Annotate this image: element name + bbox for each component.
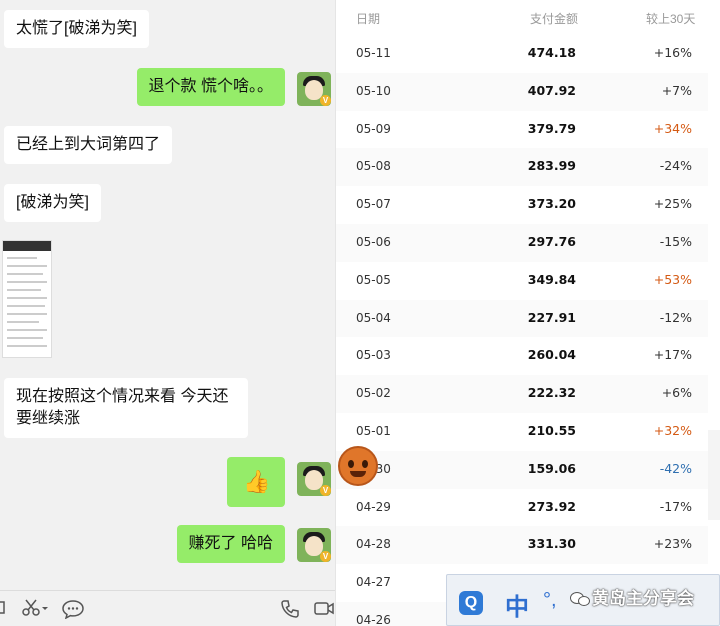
cell-compare: +16% bbox=[653, 45, 692, 60]
cell-date: 05-09 bbox=[356, 121, 391, 136]
thumbs-up-message[interactable]: 👍 bbox=[227, 457, 285, 507]
avatar[interactable]: V bbox=[297, 462, 331, 496]
cell-amount: 210.55 bbox=[527, 423, 576, 438]
table-row[interactable]: 05-01 210.55 +32% bbox=[336, 413, 708, 451]
table-row[interactable]: 05-09 379.79 +34% bbox=[336, 110, 708, 149]
cell-date: 04-26 bbox=[356, 613, 391, 626]
cell-compare: -42% bbox=[659, 460, 692, 476]
avatar[interactable]: V bbox=[297, 528, 331, 562]
cell-amount: 349.84 bbox=[527, 271, 576, 287]
chat-message-in[interactable]: 已经上到大词第四了 bbox=[4, 126, 173, 164]
cell-compare: +34% bbox=[653, 120, 692, 136]
cell-amount: 373.20 bbox=[527, 196, 576, 212]
verified-badge: V bbox=[320, 95, 331, 106]
cell-compare: +6% bbox=[661, 385, 692, 401]
cell-date: 05-05 bbox=[356, 272, 391, 287]
cell-date: 05-02 bbox=[356, 386, 391, 401]
chat-message-in[interactable]: [破涕为笑] bbox=[4, 184, 101, 222]
table-row[interactable]: 05-06 297.76 -15% bbox=[336, 224, 708, 262]
table-row[interactable]: 05-08 283.99 -24% bbox=[336, 148, 708, 187]
cell-amount: 379.79 bbox=[527, 120, 576, 136]
cell-date: 04-27 bbox=[356, 575, 391, 590]
cell-amount: 407.92 bbox=[527, 82, 576, 98]
phone-icon[interactable] bbox=[280, 599, 300, 623]
table-row[interactable]: 04-28 331.30 +23% bbox=[336, 526, 708, 565]
chat-pane: 太慌了[破涕为笑] 退个款 慌个啥。。 V 已经上到大词第四了 [破涕为笑] 现… bbox=[0, 0, 335, 626]
cell-date: 05-08 bbox=[356, 159, 391, 174]
column-header-amount[interactable]: 支付金额 bbox=[530, 10, 578, 27]
avatar[interactable]: V bbox=[297, 72, 331, 106]
watermark-text: 黄岛主分享会 bbox=[592, 589, 694, 608]
cell-date: 05-10 bbox=[356, 83, 391, 98]
cell-compare: -12% bbox=[659, 309, 692, 325]
cell-date: 05-06 bbox=[356, 235, 391, 249]
verified-badge: V bbox=[320, 551, 331, 562]
image-message-thumbnail[interactable] bbox=[2, 240, 52, 358]
ime-mode-toggle[interactable]: 中 bbox=[505, 587, 529, 622]
table-row[interactable]: 05-07 373.20 +25% bbox=[336, 186, 708, 225]
cell-compare: +32% bbox=[653, 423, 692, 438]
cell-date: 05-03 bbox=[356, 348, 391, 363]
column-header-date[interactable]: 日期 bbox=[356, 10, 380, 27]
table-row[interactable]: 04-29 273.92 -17% bbox=[336, 488, 708, 527]
cell-date: 05-07 bbox=[356, 197, 391, 212]
cell-amount: 159.06 bbox=[527, 460, 576, 476]
cell-compare: +17% bbox=[653, 347, 692, 363]
cell-amount: 222.32 bbox=[527, 385, 576, 401]
cell-date: 05-11 bbox=[356, 46, 391, 60]
folder-icon[interactable] bbox=[0, 599, 8, 619]
window-edge bbox=[708, 430, 720, 520]
table-row[interactable]: 05-05 349.84 +53% bbox=[336, 261, 708, 300]
table-row[interactable]: 04-30159.06-42% bbox=[336, 450, 708, 489]
cell-compare: -17% bbox=[659, 498, 692, 514]
chat-message-in[interactable]: 现在按照这个情况来看 今天还要继续涨 bbox=[4, 378, 248, 438]
table-row[interactable]: 05-10 407.92 +7% bbox=[336, 72, 708, 111]
chat-message-out[interactable]: 退个款 慌个啥。。 bbox=[136, 68, 285, 106]
table-row[interactable]: 05-02 222.32 +6% bbox=[336, 375, 708, 414]
cell-date: 04-28 bbox=[356, 537, 391, 552]
sales-data-panel: 日期 支付金额 较上30天 05-11 474.18 +16% 05-10 407.92… bbox=[335, 0, 720, 626]
cell-amount: 273.92 bbox=[527, 498, 576, 514]
cell-compare: -24% bbox=[659, 158, 692, 174]
chat-message-out[interactable]: 赚死了 哈哈 bbox=[176, 525, 285, 563]
cell-compare: -15% bbox=[659, 234, 692, 249]
cell-amount: 227.91 bbox=[527, 309, 576, 325]
chat-message-in[interactable]: 太慌了[破涕为笑] bbox=[4, 10, 149, 48]
table-row[interactable]: 05-11 474.18 +16% bbox=[336, 35, 708, 73]
chat-toolbar bbox=[0, 590, 335, 626]
cartoon-sticker bbox=[336, 446, 380, 486]
column-header-compare[interactable]: 较上30天 bbox=[646, 10, 695, 27]
cell-amount: 297.76 bbox=[527, 234, 576, 249]
cell-compare: +23% bbox=[653, 536, 692, 552]
verified-badge: V bbox=[320, 485, 331, 496]
cell-amount: 474.18 bbox=[527, 45, 576, 60]
wechat-icon bbox=[570, 590, 590, 606]
table-row[interactable]: 05-03 260.04 +17% bbox=[336, 337, 708, 376]
video-icon[interactable] bbox=[314, 599, 334, 621]
scissors-icon[interactable] bbox=[22, 599, 48, 621]
cell-compare: +7% bbox=[661, 82, 692, 98]
cell-amount: 260.04 bbox=[527, 347, 576, 363]
table-row[interactable]: 05-04 227.91 -12% bbox=[336, 299, 708, 338]
cell-amount: 283.99 bbox=[527, 158, 576, 174]
cell-amount: 331.30 bbox=[527, 536, 576, 552]
ime-punct-toggle[interactable]: °, bbox=[543, 589, 557, 612]
table-header: 日期 支付金额 较上30天 bbox=[336, 0, 720, 34]
cell-compare: +25% bbox=[653, 196, 692, 212]
cell-date: 05-01 bbox=[356, 424, 391, 438]
ime-logo-icon[interactable]: Q bbox=[459, 591, 483, 615]
cell-date: 05-04 bbox=[356, 310, 391, 325]
cell-compare: +53% bbox=[653, 271, 692, 287]
chat-icon[interactable] bbox=[62, 599, 84, 623]
cell-date: 04-29 bbox=[356, 499, 391, 514]
